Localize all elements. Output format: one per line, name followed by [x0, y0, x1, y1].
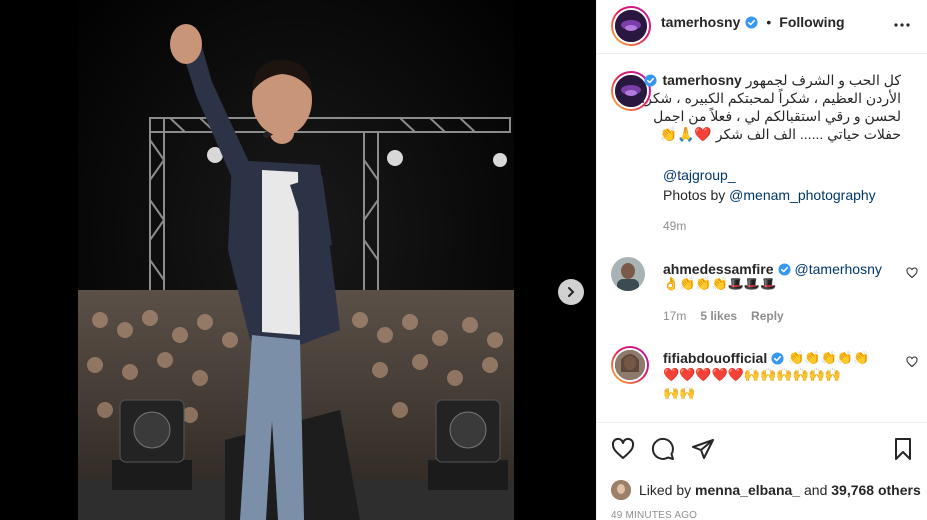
post-sidebar: tamerhosny • Following كل الحب و الشرف ل… — [596, 0, 927, 520]
chevron-right-icon — [568, 287, 575, 297]
comment-header: fifiabdouofficial 👏👏👏👏👏 — [663, 350, 869, 366]
header-user: tamerhosny • Following — [661, 14, 845, 30]
comment-avatar[interactable] — [611, 346, 649, 384]
action-bar — [597, 422, 927, 474]
comment-avatar[interactable] — [611, 257, 645, 291]
heart-icon[interactable] — [611, 437, 635, 461]
caption-line-2: الأردن العظيم ، شكراً لمحبتكم الكبيره ، … — [641, 90, 901, 106]
photographer-link[interactable]: @menam_photography — [729, 187, 876, 203]
header-username[interactable]: tamerhosny — [661, 14, 740, 30]
post-header: tamerhosny • Following — [597, 0, 927, 54]
comment-text-inline: 👏👏👏👏👏 — [788, 350, 870, 365]
concert-image — [78, 0, 514, 520]
verified-icon — [777, 262, 791, 276]
caption-age: 49m — [663, 219, 687, 233]
liker-username[interactable]: menna_elbana_ — [695, 482, 800, 498]
caption-text: كل الحب و الشرف لجمهور tamerhosny الأردن… — [641, 71, 901, 143]
likes-summary: Liked by menna_elbana_ and 39,768 others — [611, 480, 921, 500]
verified-icon — [771, 351, 784, 365]
comment-text: 👌👏👏👏🎩🎩🎩 — [663, 276, 777, 291]
following-button[interactable]: Following — [779, 14, 844, 30]
heart-icon[interactable] — [906, 267, 918, 279]
verified-icon — [644, 74, 657, 87]
comment-text: 🙌🙌 — [663, 385, 696, 400]
reply-button[interactable]: Reply — [751, 309, 784, 323]
comment-item: ahmedessamfire @tamerhosny 👌👏👏👏🎩🎩🎩 17m 5… — [597, 257, 927, 327]
caption-username[interactable]: tamerhosny — [662, 72, 741, 88]
comment-icon[interactable] — [651, 437, 675, 461]
comment-username[interactable]: fifiabdouofficial — [663, 350, 767, 366]
liker-avatar[interactable] — [611, 480, 631, 500]
photos-credit: Photos by @menam_photography — [663, 187, 876, 203]
verified-icon — [745, 15, 758, 29]
heart-icon[interactable] — [906, 356, 918, 368]
more-icon[interactable] — [890, 13, 914, 37]
likes-count[interactable]: 39,768 others — [831, 482, 921, 498]
share-icon[interactable] — [691, 437, 715, 461]
post-photo[interactable] — [0, 0, 596, 520]
caption-line-3: لحسن و رقي استقبالكم لي ، فعلاً من اجمل — [653, 108, 901, 124]
comment-text: ❤️❤️❤️❤️❤️🙌🙌🙌🙌🙌🙌 — [663, 367, 842, 382]
avatar[interactable] — [611, 6, 651, 46]
next-photo-button[interactable] — [558, 279, 584, 305]
separator-dot: • — [766, 14, 772, 30]
comment-item: fifiabdouofficial 👏👏👏👏👏 ❤️❤️❤️❤️❤️🙌🙌🙌🙌🙌🙌… — [597, 346, 927, 406]
comment-meta: 17m 5 likes Reply — [663, 309, 784, 323]
post-timestamp: 49 MINUTES AGO — [611, 510, 698, 520]
comment-age: 17m — [663, 309, 687, 323]
comment-mention[interactable]: @tamerhosny — [795, 261, 882, 277]
comment-likes[interactable]: 5 likes — [700, 309, 737, 323]
save-icon[interactable] — [891, 437, 915, 461]
caption-line-1: كل الحب و الشرف لجمهور tamerhosny — [644, 71, 901, 89]
tag-link[interactable]: @tajgroup_ — [663, 167, 736, 183]
caption-line-4: حفلات حياتي ...... الف الف شكر ❤️🙏👏 — [659, 126, 901, 142]
